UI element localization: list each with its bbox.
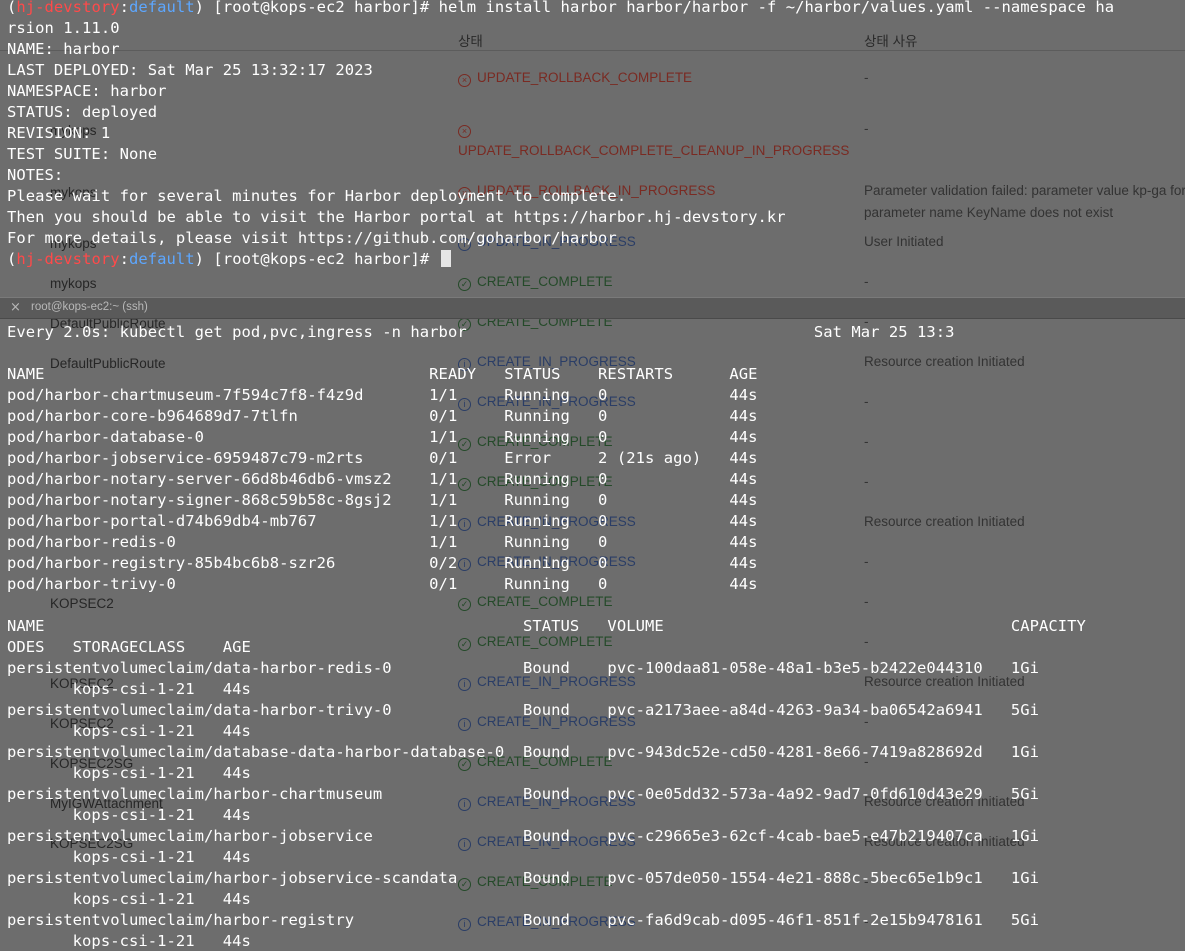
watch-output-line: Every 2.0s: kubectl get pod,pvc,ingress …: [7, 323, 955, 341]
terminal-line: (hj-devstory:default) [root@kops-ec2 har…: [7, 249, 451, 270]
prompt-profile: default: [128, 0, 195, 16]
watch-output-line: NAME READY STATUS RESTARTS AGE: [7, 365, 758, 383]
row-reason: Parameter validation failed: parameter v…: [864, 183, 1185, 220]
row-status-text: UPDATE_ROLLBACK_COMPLETE: [477, 70, 693, 85]
header-reason: 상태 사유: [864, 34, 918, 49]
terminal-text: Please wait for several minutes for Harb…: [7, 187, 627, 205]
bottom-terminal-pane[interactable]: DefaultPublicRoute ✓ CREATE_COMPLETE - Defau…: [0, 319, 1185, 951]
watch-output-line: kops-csi-1-21 44s: [7, 848, 251, 866]
terminal-line: (hj-devstory:default) [root@kops-ec2 har…: [7, 0, 1114, 18]
row-reason: Resource creation Initiated: [864, 514, 1025, 529]
watch-output-line: persistentvolumeclaim/harbor-chartmuseum…: [7, 785, 1039, 803]
terminal-text: rsion 1.11.0: [7, 19, 120, 37]
pane-title: root@kops-ec2:~ (ssh): [31, 301, 148, 313]
error-icon: ×: [458, 74, 471, 87]
close-icon[interactable]: ×: [10, 300, 21, 315]
watch-output-line: kops-csi-1-21 44s: [7, 932, 251, 950]
watch-output-line: NAME STATUS VOLUME CAPACITY: [7, 617, 1086, 635]
row-status: × UPDATE_ROLLBACK_COMPLETE: [458, 67, 838, 89]
row-reason: -: [864, 394, 869, 409]
error-icon: ×: [458, 125, 471, 138]
row-reason: User Initiated: [864, 234, 944, 249]
watch-output-line: pod/harbor-notary-server-66d8b46db6-vmsz…: [7, 470, 758, 488]
watch-output-line: pod/harbor-database-0 1/1 Running 0 44s: [7, 428, 758, 446]
pane-divider[interactable]: × root@kops-ec2:~ (ssh): [0, 297, 1185, 319]
row-reason: -: [864, 121, 869, 136]
row-reason: -: [864, 474, 869, 489]
top-terminal-pane[interactable]: 상태 상태 사유 × UPDATE_ROLLBACK_COMPLETE - mykop…: [0, 0, 1185, 297]
terminal-line: NAME: harbor: [7, 39, 120, 60]
terminal-line: NOTES:: [7, 165, 63, 186]
row-status: ✓ CREATE_COMPLETE: [458, 271, 838, 293]
terminal-text: For more details, please visit https://g…: [7, 229, 617, 247]
prompt-user: hj-devstory: [16, 0, 120, 16]
terminal-text: ) [root@kops-ec2 harbor]#: [194, 250, 439, 268]
terminal-text: NAMESPACE: harbor: [7, 82, 167, 100]
terminal-text: :: [119, 250, 129, 268]
watch-output-line: persistentvolumeclaim/harbor-jobservice …: [7, 827, 1039, 845]
terminal-text: (: [7, 0, 17, 16]
watch-output-line: pod/harbor-core-b964689d7-7tlfn 0/1 Runn…: [7, 407, 758, 425]
check-circle-icon: ✓: [458, 598, 471, 611]
terminal-text: (: [7, 250, 17, 268]
terminal-line: LAST DEPLOYED: Sat Mar 25 13:32:17 2023: [7, 60, 373, 81]
row-status: × UPDATE_ROLLBACK_COMPLETE_CLEANUP_IN_PRO…: [458, 118, 849, 162]
terminal-text: NAME: harbor: [7, 40, 120, 58]
prompt-profile: default: [128, 250, 195, 268]
row-reason: -: [864, 434, 869, 449]
watch-output-line: pod/harbor-chartmuseum-7f594c7f8-f4z9d 1…: [7, 386, 758, 404]
watch-output-line: pod/harbor-notary-signer-868c59b58c-8gsj…: [7, 491, 758, 509]
watch-output-line: pod/harbor-trivy-0 0/1 Running 0 44s: [7, 575, 758, 593]
watch-output-line: kops-csi-1-21 44s: [7, 680, 251, 698]
terminal-line: TEST SUITE: None: [7, 144, 157, 165]
terminal-text: :: [119, 0, 129, 16]
terminal-text: REVISION: 1: [7, 124, 111, 142]
row-name: KOPSEC2: [50, 596, 114, 611]
terminal-text: ) [root@kops-ec2 harbor]# helm install h…: [194, 0, 1115, 16]
check-circle-icon: ✓: [458, 278, 471, 291]
row-reason: -: [864, 594, 869, 609]
background-table-header: 상태 상태 사유: [0, 26, 1185, 51]
terminal-line: rsion 1.11.0: [7, 18, 120, 39]
terminal-line: STATUS: deployed: [7, 102, 157, 123]
text-cursor: [440, 250, 451, 267]
watch-output-line: ODES STORAGECLASS AGE: [7, 638, 251, 656]
prompt-user: hj-devstory: [16, 250, 120, 268]
watch-output-line: persistentvolumeclaim/database-data-harb…: [7, 743, 1039, 761]
row-status-text: UPDATE_ROLLBACK_COMPLETE_CLEANUP_IN_PROG…: [458, 143, 850, 158]
terminal-text: Then you should be able to visit the Har…: [7, 208, 786, 226]
watch-output-line: pod/harbor-jobservice-6959487c79-m2rts 0…: [7, 449, 758, 467]
row-status-text: CREATE_COMPLETE: [477, 594, 613, 609]
terminal-line: Please wait for several minutes for Harb…: [7, 186, 626, 207]
terminal-text: TEST SUITE: None: [7, 145, 158, 163]
watch-output-line: pod/harbor-redis-0 1/1 Running 0 44s: [7, 533, 758, 551]
watch-output-line: kops-csi-1-21 44s: [7, 890, 251, 908]
row-reason: -: [864, 554, 869, 569]
watch-output-line: kops-csi-1-21 44s: [7, 806, 251, 824]
row-name: mykops: [50, 276, 97, 291]
watch-output-line: pod/harbor-portal-d74b69db4-mb767 1/1 Ru…: [7, 512, 758, 530]
row-status-text: CREATE_COMPLETE: [477, 274, 613, 289]
check-circle-icon: ✓: [458, 638, 471, 651]
terminal-line: For more details, please visit https://g…: [7, 228, 617, 249]
watch-output-line: persistentvolumeclaim/data-harbor-trivy-…: [7, 701, 1039, 719]
terminal-text: STATUS: deployed: [7, 103, 158, 121]
watch-output-line: persistentvolumeclaim/harbor-registry Bo…: [7, 911, 1039, 929]
terminal-line: Then you should be able to visit the Har…: [7, 207, 786, 228]
terminal-line: REVISION: 1: [7, 123, 110, 144]
watch-output-line: kops-csi-1-21 44s: [7, 764, 251, 782]
header-status: 상태: [458, 34, 483, 49]
terminal-text: NOTES:: [7, 166, 64, 184]
watch-output-line: kops-csi-1-21 44s: [7, 722, 251, 740]
row-reason: Resource creation Initiated: [864, 354, 1025, 369]
terminal-line: NAMESPACE: harbor: [7, 81, 167, 102]
row-reason: -: [864, 70, 869, 85]
watch-output-line: pod/harbor-registry-85b4bc6b8-szr26 0/2 …: [7, 554, 758, 572]
row-reason: -: [864, 274, 869, 289]
info-icon: i: [458, 678, 471, 691]
terminal-text: LAST DEPLOYED: Sat Mar 25 13:32:17 2023: [7, 61, 373, 79]
watch-output-line: persistentvolumeclaim/data-harbor-redis-…: [7, 659, 1039, 677]
watch-output-line: persistentvolumeclaim/harbor-jobservice-…: [7, 869, 1039, 887]
background-table-row: mykops ×UPDATE_ROLLBACK_COMPLETE_CLEANUP_…: [0, 98, 1185, 160]
